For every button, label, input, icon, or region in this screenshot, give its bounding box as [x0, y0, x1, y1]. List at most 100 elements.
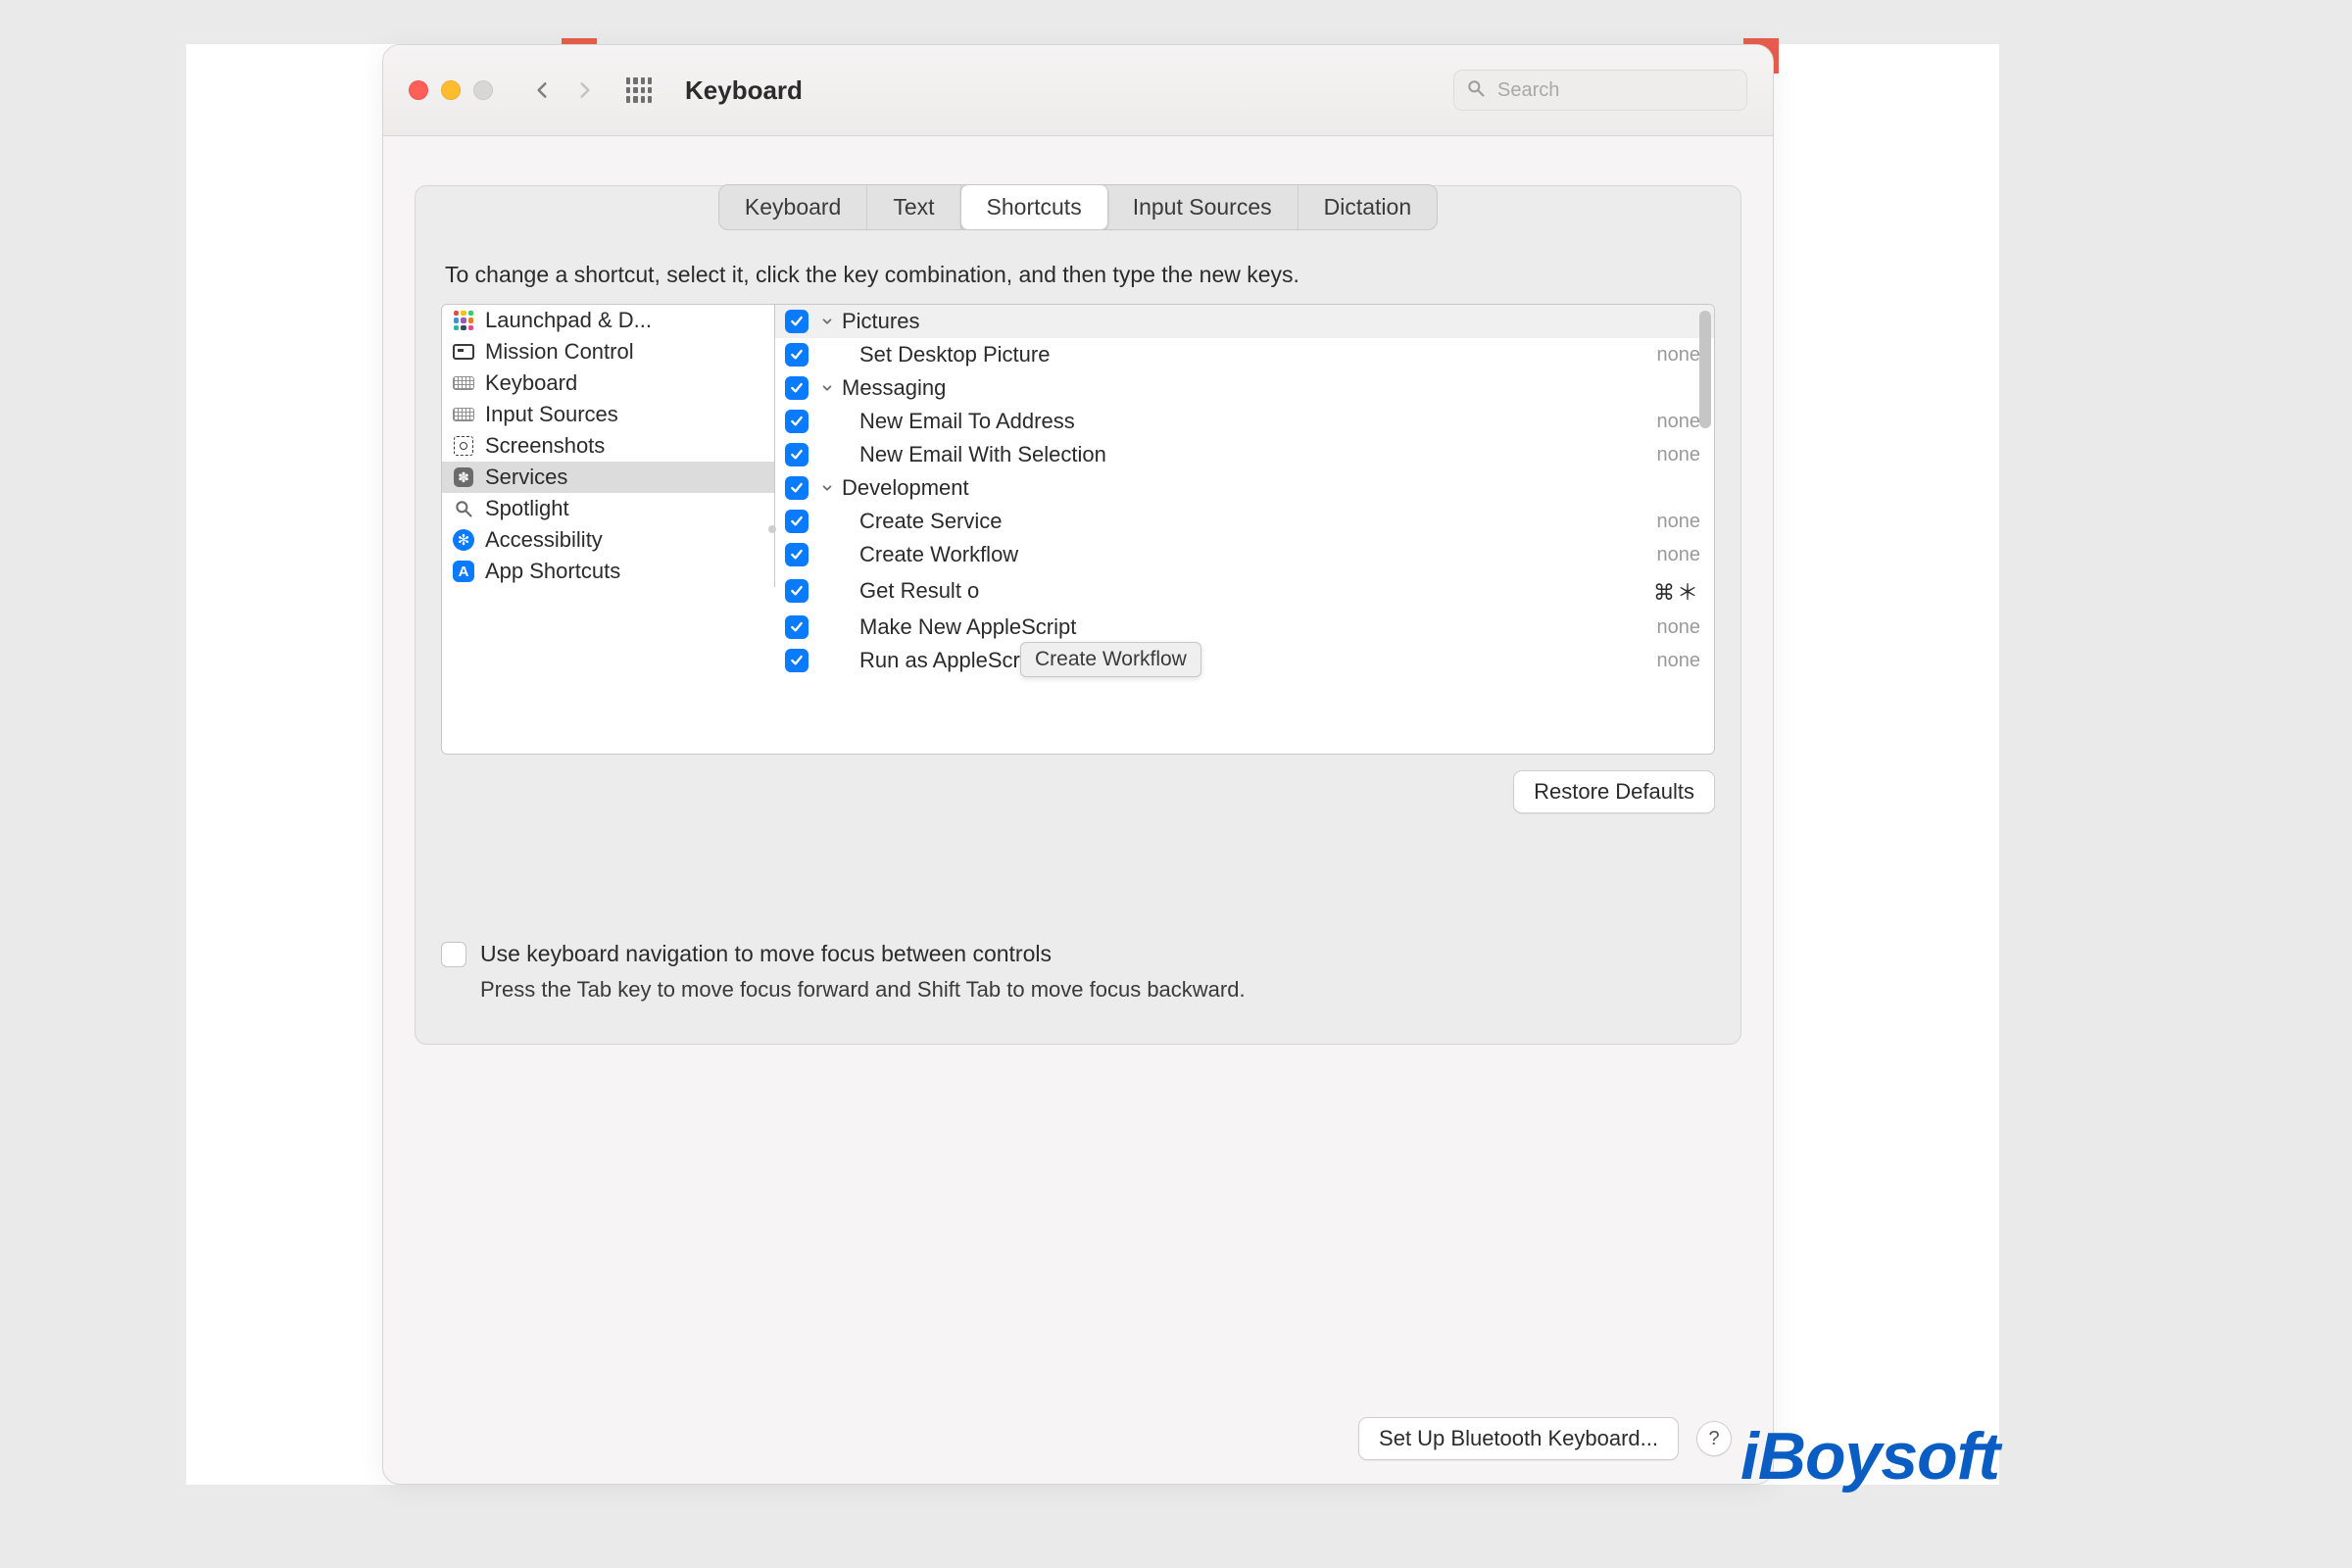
category-label: App Shortcuts [485, 559, 620, 584]
category-spotlight[interactable]: Spotlight [442, 493, 774, 524]
category-label: Services [485, 465, 567, 490]
tooltip: Create Workflow [1020, 642, 1201, 677]
service-label: Messaging [842, 375, 1700, 401]
shortcut-value[interactable]: ⌘＊ [1643, 575, 1700, 607]
checkbox-icon[interactable] [785, 376, 808, 400]
service-label: Create Workflow [859, 542, 1647, 567]
instruction-text: To change a shortcut, select it, click t… [445, 262, 1711, 288]
service-label: Development [842, 475, 1700, 501]
restore-defaults-button[interactable]: Restore Defaults [1513, 770, 1715, 813]
chevron-down-icon[interactable] [818, 481, 836, 495]
acc-icon: ✻ [452, 528, 475, 552]
window-footer: Set Up Bluetooth Keyboard... ? [1358, 1417, 1732, 1460]
category-app-shortcuts[interactable]: A App Shortcuts [442, 556, 774, 587]
keyboard-nav-hint: Press the Tab key to move focus forward … [480, 977, 1715, 1003]
checkbox-icon[interactable] [785, 310, 808, 333]
mission-icon [452, 340, 475, 364]
stage: Keyboard KeyboardTextShortcutsInput Sour… [186, 44, 1999, 1485]
category-label: Keyboard [485, 370, 577, 396]
keyboard-nav-section: Use keyboard navigation to move focus be… [441, 941, 1715, 1003]
category-label: Input Sources [485, 402, 618, 427]
search-icon [1466, 78, 1486, 103]
shortcut-value[interactable]: none [1647, 411, 1701, 433]
restore-row: Restore Defaults [441, 770, 1715, 813]
search-field[interactable] [1453, 70, 1747, 111]
chevron-down-icon[interactable] [818, 315, 836, 328]
service-item-make-new-applescript[interactable]: Make New AppleScriptnone [775, 611, 1714, 644]
shortcut-value[interactable]: none [1647, 650, 1701, 672]
service-item-set-desktop-picture[interactable]: Set Desktop Picturenone [775, 338, 1714, 371]
category-label: Screenshots [485, 433, 605, 459]
service-item-run-as-applescript[interactable]: Run as AppleScriptnone [775, 644, 1714, 677]
shortcut-value[interactable]: none [1647, 616, 1701, 639]
service-list-container: PicturesSet Desktop PicturenoneMessaging… [775, 305, 1714, 754]
shortcut-value[interactable]: none [1647, 344, 1701, 367]
screenshot-icon [452, 434, 475, 458]
checkbox-icon[interactable] [785, 410, 808, 433]
bluetooth-keyboard-button[interactable]: Set Up Bluetooth Keyboard... [1358, 1417, 1679, 1460]
service-group-development[interactable]: Development [775, 471, 1714, 505]
tab-shortcuts[interactable]: Shortcuts [960, 184, 1108, 230]
service-group-pictures[interactable]: Pictures [775, 305, 1714, 338]
launchpad-icon [452, 309, 475, 332]
show-all-button[interactable] [626, 77, 652, 103]
service-item-new-email-with-selection[interactable]: New Email With Selectionnone [775, 438, 1714, 471]
shortcut-value[interactable]: none [1647, 444, 1701, 466]
shortcut-value[interactable]: none [1647, 544, 1701, 566]
service-item-create-service[interactable]: Create Servicenone [775, 505, 1714, 538]
tab-input-sources[interactable]: Input Sources [1107, 185, 1298, 229]
category-input-sources[interactable]: Input Sources [442, 399, 774, 430]
gear-icon [452, 466, 475, 489]
checkbox-icon[interactable] [785, 649, 808, 672]
category-accessibility[interactable]: ✻Accessibility [442, 524, 774, 556]
keyboard-icon [452, 371, 475, 395]
chevron-down-icon[interactable] [818, 381, 836, 395]
app-icon: A [452, 560, 475, 583]
scrollbar-thumb[interactable] [1699, 311, 1711, 428]
category-services[interactable]: Services [442, 462, 774, 493]
checkbox-icon[interactable] [785, 543, 808, 566]
category-label: Launchpad & D... [485, 308, 652, 333]
keyboard-nav-checkbox[interactable] [441, 942, 466, 967]
service-item-create-workflow[interactable]: Create Workflownone [775, 538, 1714, 571]
service-list[interactable]: PicturesSet Desktop PicturenoneMessaging… [775, 305, 1714, 754]
nav-arrows [532, 80, 595, 100]
category-screenshots[interactable]: Screenshots [442, 430, 774, 462]
checkbox-icon[interactable] [785, 510, 808, 533]
tab-dictation[interactable]: Dictation [1298, 185, 1437, 229]
service-label: New Email To Address [859, 409, 1647, 434]
back-button[interactable] [532, 80, 552, 100]
service-group-messaging[interactable]: Messaging [775, 371, 1714, 405]
service-label: New Email With Selection [859, 442, 1647, 467]
category-list[interactable]: Launchpad & D... Mission ControlKeyboard I… [442, 305, 775, 587]
category-launchpad-d-[interactable]: Launchpad & D... [442, 305, 774, 336]
shortcut-lists: Launchpad & D... Mission ControlKeyboard I… [441, 304, 1715, 755]
category-mission-control[interactable]: Mission Control [442, 336, 774, 368]
service-item-new-email-to-address[interactable]: New Email To Addressnone [775, 405, 1714, 438]
minimize-window-button[interactable] [441, 80, 461, 100]
preferences-window: Keyboard KeyboardTextShortcutsInput Sour… [382, 44, 1774, 1485]
checkbox-icon[interactable] [785, 579, 808, 603]
checkbox-icon[interactable] [785, 615, 808, 639]
spotlight-icon [452, 497, 475, 520]
checkbox-icon[interactable] [785, 343, 808, 367]
service-item-get-result-o[interactable]: Get Result o⌘＊ [775, 571, 1714, 611]
search-input[interactable] [1495, 78, 1735, 103]
window-toolbar: Keyboard [383, 45, 1773, 136]
service-label: Set Desktop Picture [859, 342, 1647, 368]
service-label: Pictures [842, 309, 1700, 334]
tab-keyboard[interactable]: Keyboard [719, 185, 867, 229]
watermark-logo: iBoysoft [1740, 1418, 1999, 1494]
category-keyboard[interactable]: Keyboard [442, 368, 774, 399]
forward-button [575, 80, 595, 100]
traffic-lights [409, 80, 493, 100]
shortcut-value[interactable]: none [1647, 511, 1701, 533]
help-button[interactable]: ? [1696, 1421, 1732, 1456]
checkbox-icon[interactable] [785, 476, 808, 500]
window-title: Keyboard [685, 75, 803, 106]
close-window-button[interactable] [409, 80, 428, 100]
tab-text[interactable]: Text [867, 185, 960, 229]
shortcuts-panel: KeyboardTextShortcutsInput SourcesDictat… [415, 185, 1741, 1045]
checkbox-icon[interactable] [785, 443, 808, 466]
service-label: Get Result o [859, 578, 1643, 604]
